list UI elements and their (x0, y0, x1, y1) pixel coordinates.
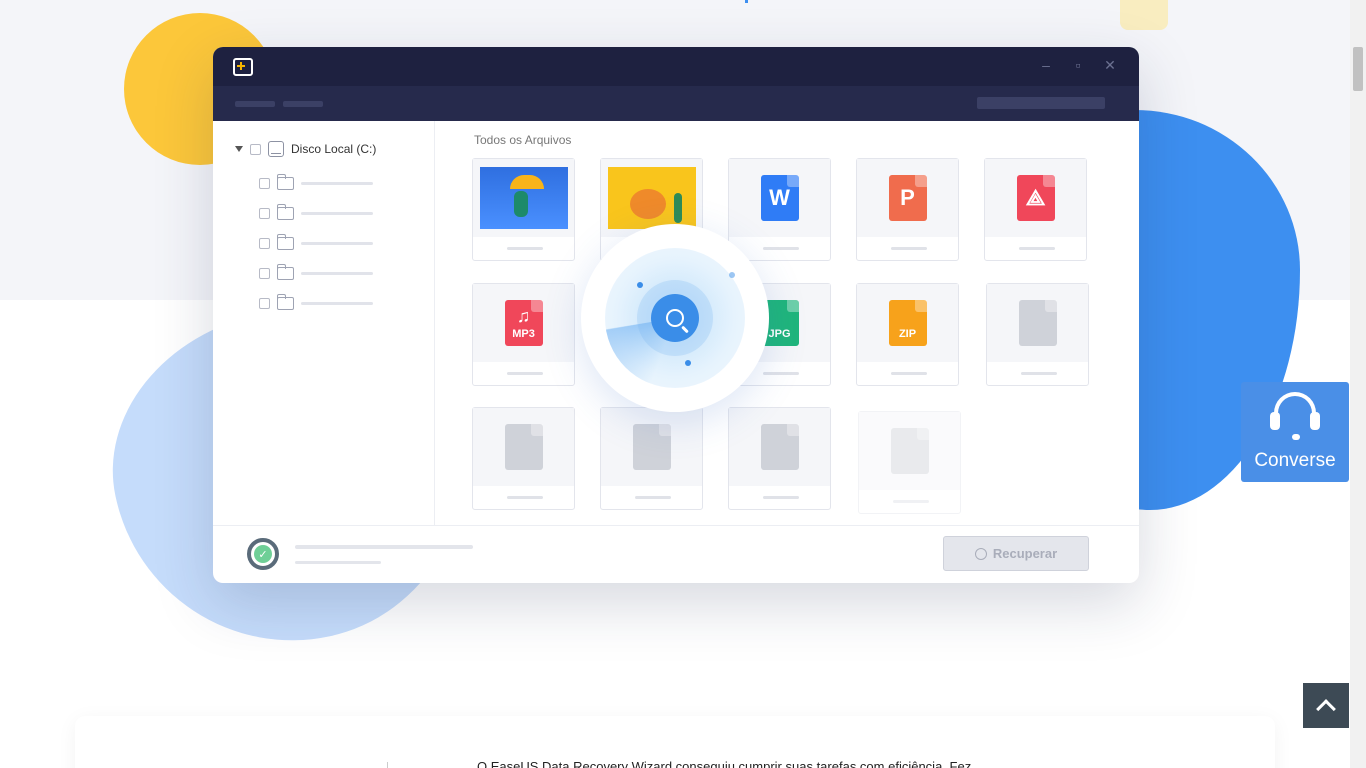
zip-file-icon: ZIP (888, 300, 927, 346)
checkbox (259, 238, 270, 249)
folder-icon (276, 234, 294, 250)
file-card-generic (986, 283, 1089, 386)
decor-corner-icon (1120, 0, 1168, 30)
headset-icon (1270, 392, 1320, 440)
file-card-generic (472, 407, 575, 510)
label-placeholder (301, 302, 373, 305)
generic-file-icon (890, 428, 929, 474)
tree-folder (259, 204, 373, 220)
image-thumbnail (607, 167, 696, 229)
checkbox (259, 268, 270, 279)
tree-folder (259, 264, 373, 280)
close-icon: ✕ (1104, 57, 1116, 73)
maximize-icon: ▫ (1075, 57, 1081, 73)
tree-root-drive: Disco Local (C:) (235, 141, 376, 157)
folder-icon (276, 264, 294, 280)
generic-file-icon (504, 424, 543, 470)
checkbox (250, 143, 261, 155)
label-placeholder (301, 182, 373, 185)
folder-icon (276, 294, 294, 310)
file-card-mp3: ♫ MP3 (472, 283, 575, 386)
chevron-up-icon (1316, 698, 1336, 719)
tree-folder (259, 234, 373, 250)
drive-label: Disco Local (C:) (291, 142, 377, 156)
file-card-pdf: ⟁ (984, 158, 1087, 261)
generic-file-icon (760, 424, 799, 470)
chat-widget-button[interactable]: Converse (1241, 382, 1349, 482)
window-controls: – ▫ ✕ (1039, 57, 1117, 74)
folder-icon (276, 204, 294, 220)
app-titlebar: – ▫ ✕ (213, 47, 1139, 86)
checkbox (259, 298, 270, 309)
word-file-icon: W (760, 175, 799, 221)
menu-placeholder (235, 100, 275, 107)
menu-placeholder (283, 100, 323, 107)
caret-down-icon (235, 146, 243, 152)
search-placeholder (977, 97, 1105, 109)
label-placeholder (301, 272, 373, 275)
file-card-generic (600, 407, 703, 510)
generic-file-icon (1018, 300, 1057, 346)
chat-label: Converse (1254, 450, 1336, 471)
review-card: O EaseUS Data Recovery Wizard conseguiu … (75, 716, 1275, 768)
ppt-file-icon: P (888, 175, 927, 221)
label-placeholder (301, 242, 373, 245)
divider (387, 762, 388, 768)
file-card-ppt: P (856, 158, 959, 261)
magnifier-icon (666, 309, 684, 327)
image-thumbnail (479, 167, 568, 229)
drive-icon (268, 141, 284, 157)
label-placeholder (301, 212, 373, 215)
tree-folder (259, 174, 373, 190)
file-grid-area: Todos os Arquivos W P ⟁ ♫ MP3 JPG ZIP (436, 121, 1139, 525)
file-card-doc: W (728, 158, 831, 261)
file-card-image (472, 158, 575, 261)
app-footer: ✓ Recuperar (213, 525, 1139, 583)
app-menubar (213, 86, 1139, 121)
scan-animation (581, 224, 769, 412)
scrollbar-thumb[interactable] (1353, 47, 1363, 91)
file-card-generic (728, 407, 831, 510)
decor-dot (745, 0, 748, 3)
page-scrollbar[interactable] (1350, 0, 1366, 768)
folder-icon (276, 174, 294, 190)
pdf-file-icon: ⟁ (1016, 175, 1055, 221)
review-text: O EaseUS Data Recovery Wizard conseguiu … (477, 759, 972, 768)
checkbox (259, 178, 270, 189)
sidebar-tree: Disco Local (C:) (213, 121, 435, 525)
file-card-generic (858, 411, 961, 514)
back-to-top-button[interactable] (1303, 683, 1349, 728)
history-icon (974, 547, 987, 560)
tree-folder (259, 294, 373, 310)
music-file-icon: ♫ MP3 (504, 300, 543, 346)
minimize-icon: – (1042, 57, 1050, 73)
all-files-title: Todos os Arquivos (474, 133, 572, 147)
file-card-zip: ZIP (856, 283, 959, 386)
progress-ring-icon: ✓ (247, 538, 279, 570)
checkbox (259, 208, 270, 219)
recover-button: Recuperar (943, 536, 1089, 571)
app-window-illustration: – ▫ ✕ Disco Local (C:) Todos os Arquivos… (213, 47, 1139, 583)
generic-file-icon (632, 424, 671, 470)
app-logo-icon (233, 57, 253, 76)
